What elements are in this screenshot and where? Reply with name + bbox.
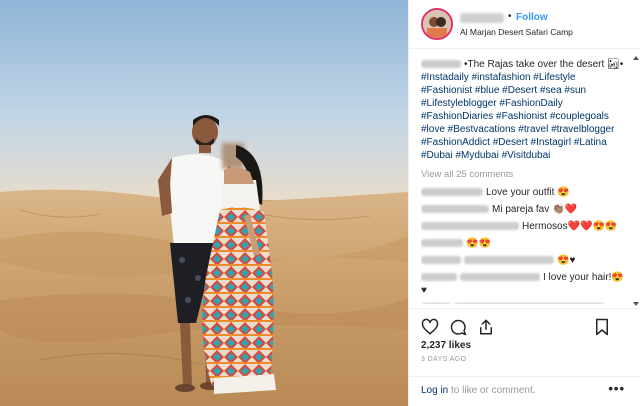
- comment-item: Mi pareja fav 👏🏽❤️: [421, 203, 625, 216]
- comment-mention-redacted[interactable]: [464, 256, 554, 265]
- location-link[interactable]: Al Marjan Desert Safari Camp: [460, 27, 573, 37]
- comment-username-redacted[interactable]: [421, 205, 489, 214]
- comment-item: 😍♥: [421, 254, 625, 267]
- comments-scrollbar[interactable]: [633, 56, 639, 306]
- caption-hashtags[interactable]: #Instadaily #instafashion #Lifestyle #Fa…: [421, 71, 625, 162]
- view-all-comments-link[interactable]: View all 25 comments: [421, 168, 625, 181]
- comment-username-redacted[interactable]: [421, 239, 463, 248]
- login-bar: Log in to like or comment. •••: [409, 376, 640, 406]
- login-prompt: Log in to like or comment.: [421, 385, 536, 396]
- comment-item: [421, 301, 625, 304]
- post-photo[interactable]: [0, 0, 408, 406]
- comment-username-redacted[interactable]: [421, 273, 457, 282]
- comment-username-redacted[interactable]: [421, 303, 451, 304]
- comment-item: Love your outfit 😍: [421, 186, 625, 199]
- avatar[interactable]: [421, 8, 453, 40]
- post-timestamp[interactable]: 3 DAYS AGO: [421, 356, 467, 363]
- desert-photo-graphic: [0, 0, 408, 406]
- header-separator: •: [508, 11, 512, 22]
- comment-mention-redacted[interactable]: [460, 273, 540, 282]
- post-details-panel: • Follow Al Marjan Desert Safari Camp •T…: [408, 0, 640, 406]
- caption-text: •The Rajas take over the desert 🏜•: [464, 59, 624, 70]
- comment-text: Love your outfit 😍: [486, 187, 570, 198]
- scroll-down-arrow-icon[interactable]: [633, 302, 639, 306]
- more-options-icon[interactable]: •••: [608, 381, 625, 396]
- comments-list[interactable]: •The Rajas take over the desert 🏜• #Inst…: [421, 58, 625, 304]
- login-link[interactable]: Log in: [421, 385, 448, 396]
- follow-button[interactable]: Follow: [516, 12, 548, 23]
- comment-username-redacted[interactable]: [421, 222, 519, 231]
- comment-item: 😍😍: [421, 237, 625, 250]
- comment-text-redacted: [454, 303, 604, 304]
- post-header: • Follow Al Marjan Desert Safari Camp: [409, 0, 640, 49]
- scroll-up-arrow-icon[interactable]: [633, 56, 639, 60]
- caption-username-redacted[interactable]: [421, 60, 461, 69]
- bookmark-icon[interactable]: [593, 318, 611, 336]
- comment-text: Hermosos❤️❤️😍😍: [522, 221, 618, 232]
- login-rest-text: to like or comment.: [448, 385, 536, 396]
- post-modal: • Follow Al Marjan Desert Safari Camp •T…: [0, 0, 640, 406]
- comment-text: 😍😍: [466, 238, 491, 249]
- comment-icon[interactable]: [449, 318, 467, 336]
- heart-icon[interactable]: [421, 318, 439, 336]
- comment-item: Hermosos❤️❤️😍😍: [421, 220, 625, 233]
- avatar-icon: [423, 10, 451, 38]
- comment-item: I love your hair!😍♥: [421, 271, 625, 297]
- caption: •The Rajas take over the desert 🏜• #Inst…: [421, 58, 625, 162]
- share-icon[interactable]: [477, 318, 495, 336]
- likes-count[interactable]: 2,237 likes: [421, 340, 471, 351]
- comment-username-redacted[interactable]: [421, 188, 483, 197]
- comment-text: 😍♥: [557, 255, 576, 266]
- post-actions: 2,237 likes 3 DAYS AGO: [409, 308, 640, 378]
- username-redacted[interactable]: [460, 13, 504, 23]
- comment-text: Mi pareja fav 👏🏽❤️: [492, 204, 577, 215]
- comment-username-redacted[interactable]: [421, 256, 461, 265]
